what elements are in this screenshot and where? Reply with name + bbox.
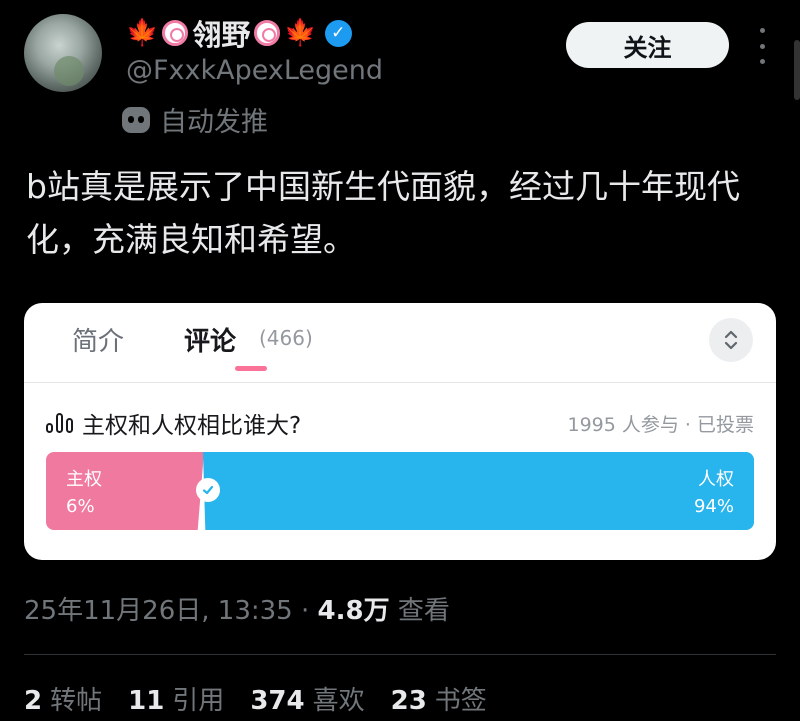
view-label: 查看 — [397, 596, 450, 626]
scrollbar[interactable] — [794, 40, 800, 100]
tab-intro: 简介 — [72, 327, 125, 357]
tab-comments: 评论 — [184, 327, 237, 357]
user-handle[interactable]: @FxxkApexLegend — [126, 55, 383, 86]
comment-count: (466) — [259, 326, 313, 350]
poll-option-label: 人权 — [698, 469, 734, 490]
tweet-text: b站真是展示了中国新生代面貌，经过几十年现代化，充满良知和希望。 — [26, 167, 740, 259]
poll-option-percent: 6% — [66, 496, 95, 517]
display-name[interactable]: 翎野 — [192, 12, 250, 54]
view-count: 4.8万 — [317, 596, 390, 626]
more-options-icon[interactable] — [752, 28, 772, 64]
poll-icon — [46, 413, 73, 433]
automated-account-label[interactable]: 自动发推 — [122, 100, 268, 139]
display-name-row[interactable]: 🍁 翎野 🍁 ✓ — [126, 12, 352, 54]
active-tab-indicator — [235, 366, 267, 371]
voted-check-icon — [196, 478, 220, 502]
expand-collapse-icon — [709, 318, 753, 362]
stat-reposts[interactable]: 2 转帖 — [24, 680, 102, 717]
engagement-stats: 2 转帖 11 引用 374 喜欢 23 书签 — [24, 680, 487, 717]
poll-meta: 1995 人参与 · 已投票 — [567, 414, 754, 436]
avatar[interactable] — [24, 14, 102, 92]
follow-button[interactable]: 关注 — [566, 22, 729, 68]
automated-label-text: 自动发推 — [160, 107, 268, 138]
stat-likes[interactable]: 374 喜欢 — [250, 680, 364, 717]
divider — [24, 654, 776, 655]
poll-option-human-rights — [203, 452, 754, 530]
maple-leaf-emoji: 🍁 — [284, 18, 317, 48]
separator: · — [300, 596, 310, 626]
tweet-timestamp[interactable]: 25年11月26日, 13:35 · 4.8万 查看 — [24, 590, 450, 627]
swirl-emoji-icon — [162, 20, 189, 46]
stat-quotes[interactable]: 11 引用 — [128, 680, 224, 717]
swirl-emoji-icon — [254, 20, 281, 46]
stat-bookmarks[interactable]: 23 书签 — [391, 680, 487, 717]
bot-icon — [122, 106, 150, 133]
divider — [24, 382, 776, 383]
verified-badge-icon[interactable]: ✓ — [324, 19, 352, 47]
maple-leaf-emoji: 🍁 — [126, 18, 159, 48]
post-datetime[interactable]: 25年11月26日, 13:35 — [24, 596, 293, 626]
poll-option-percent: 94% — [693, 496, 734, 517]
poll-question: 主权和人权相比谁大? — [82, 413, 302, 439]
attached-image-card[interactable]: 简介 评论 (466) 主权和人权相比谁大? 1995 人参与 · 已投票 主权… — [24, 303, 776, 560]
poll-option-label: 主权 — [66, 469, 102, 490]
